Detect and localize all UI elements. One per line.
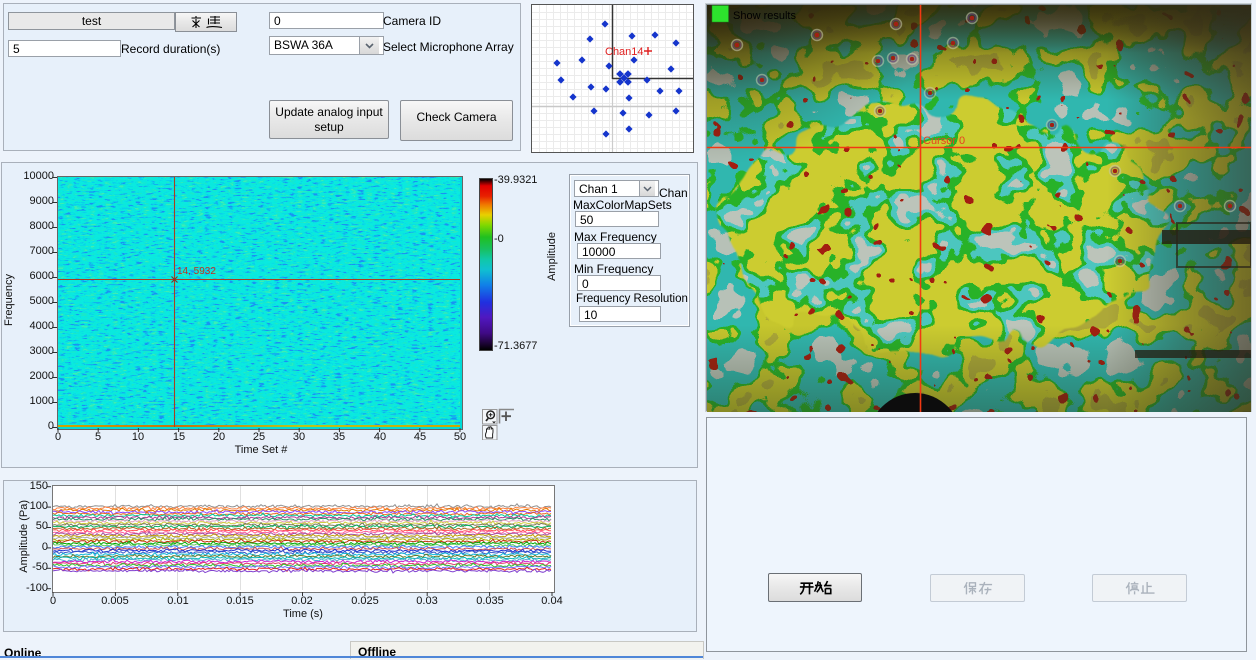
svg-text:Cursor 0: Cursor 0 xyxy=(923,135,965,147)
svg-text:Show results: Show results xyxy=(733,10,796,22)
svg-text:Chan14: Chan14 xyxy=(605,46,644,58)
svg-text:14, 5932: 14, 5932 xyxy=(177,266,216,277)
